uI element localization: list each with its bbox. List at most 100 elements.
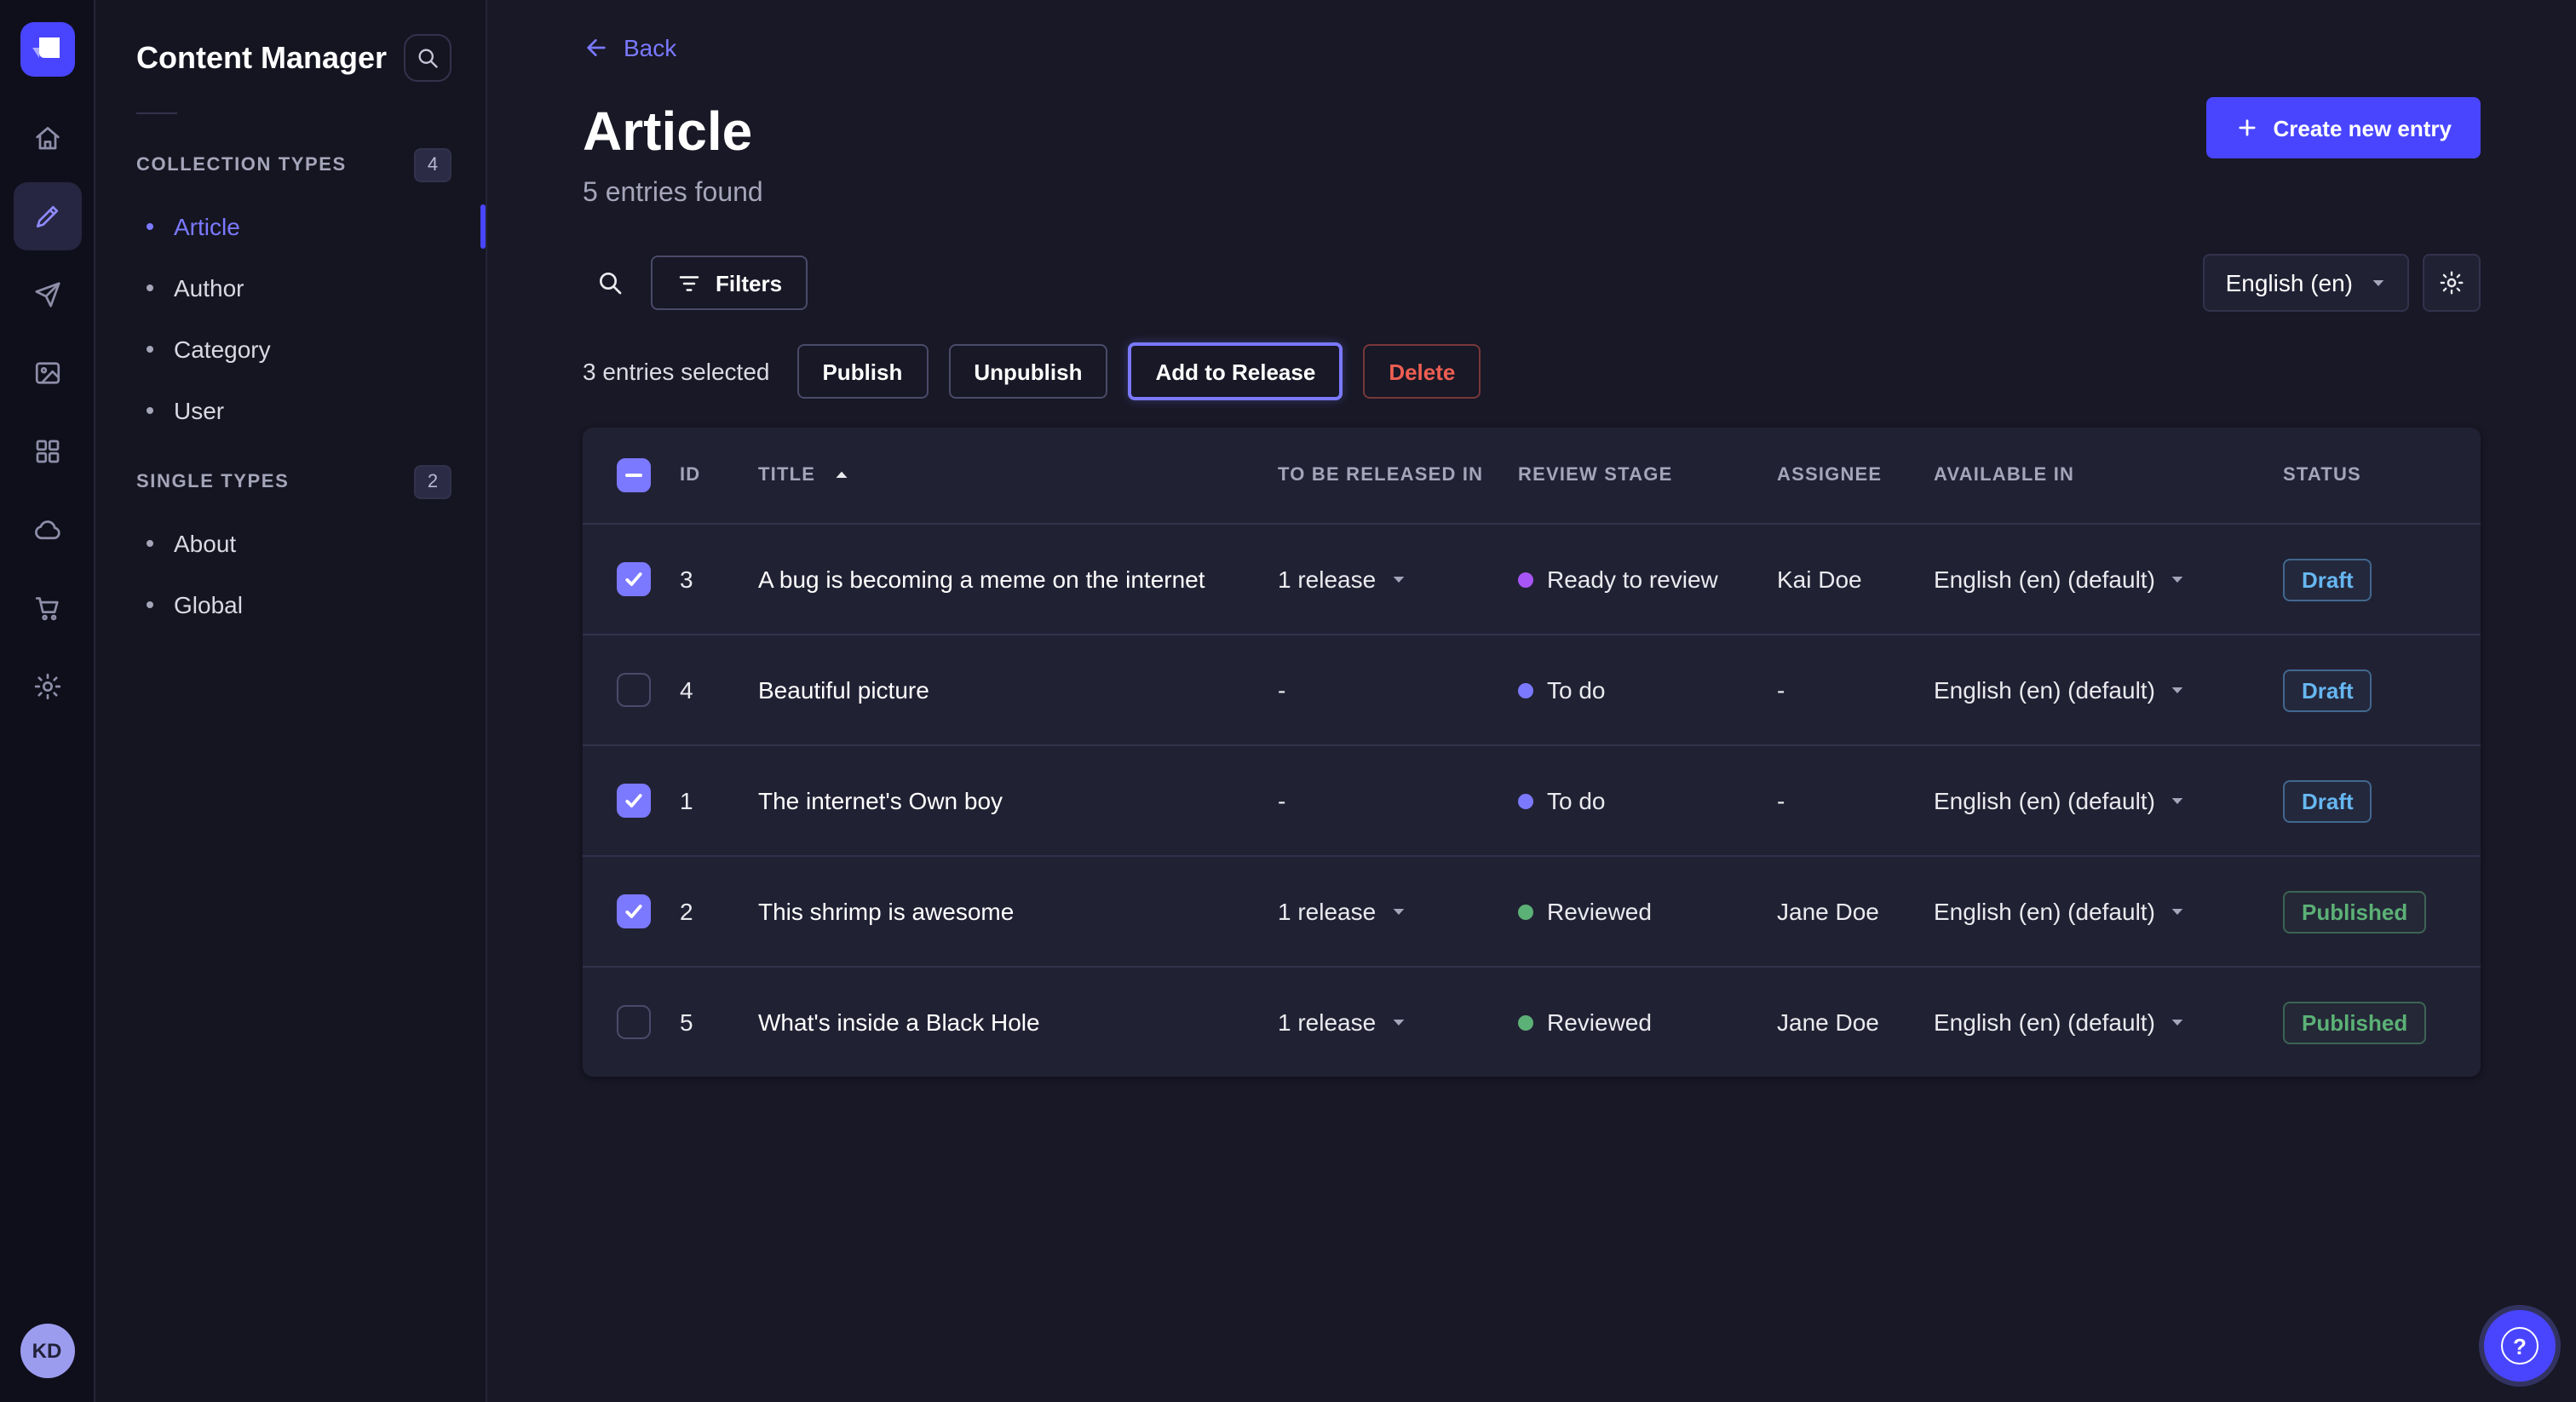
release-dropdown[interactable]: 1 release xyxy=(1278,1008,1406,1036)
row-checkbox[interactable] xyxy=(617,784,651,818)
filters-button[interactable]: Filters xyxy=(651,256,808,310)
delete-button[interactable]: Delete xyxy=(1363,344,1481,399)
cell-review-stage: Reviewed xyxy=(1518,898,1777,925)
selection-count: 3 entries selected xyxy=(583,358,769,385)
sidebar-item-article[interactable]: Article xyxy=(95,196,486,257)
publish-button[interactable]: Publish xyxy=(796,344,928,399)
content-manager-sidebar: Content Manager COLLECTION TYPES 4 Artic… xyxy=(95,0,487,1402)
table-body: 3 A bug is becoming a meme on the intern… xyxy=(583,523,2481,1077)
section-count-badge: 4 xyxy=(414,148,451,182)
settings-icon[interactable] xyxy=(13,652,81,721)
cell-available-in: English (en) (default) xyxy=(1934,787,2283,814)
chevron-down-icon xyxy=(1389,571,1406,588)
page-title: Article xyxy=(583,97,763,165)
cell-title: The internet's Own boy xyxy=(758,787,1278,814)
home-icon[interactable] xyxy=(13,104,81,172)
cell-id: 4 xyxy=(680,676,758,704)
select-all-checkbox[interactable] xyxy=(617,458,651,492)
sidebar-item-user[interactable]: User xyxy=(95,380,486,441)
strapi-logo[interactable] xyxy=(20,22,74,77)
cell-available-in: English (en) (default) xyxy=(1934,566,2283,593)
section-label: COLLECTION TYPES xyxy=(136,155,347,175)
divider xyxy=(136,112,177,114)
table-row[interactable]: 5 What's inside a Black Hole 1 release R… xyxy=(583,966,2481,1077)
view-settings-button[interactable] xyxy=(2423,254,2481,312)
cell-to-be-released-in: 1 release xyxy=(1278,1008,1518,1036)
rail-icon-list xyxy=(13,104,81,721)
locale-dropdown[interactable]: English (en) (default) xyxy=(1934,787,2186,814)
entries-table: ID TITLE TO BE RELEASED IN REVIEW STAGE … xyxy=(583,428,2481,1077)
sidebar-item-about[interactable]: About xyxy=(95,513,486,574)
cell-review-stage: To do xyxy=(1518,676,1777,704)
chevron-down-icon xyxy=(1389,903,1406,920)
section-label: SINGLE TYPES xyxy=(136,472,289,492)
media-library-icon[interactable] xyxy=(13,339,81,407)
sort-ascending-icon xyxy=(832,467,849,484)
unpublish-button[interactable]: Unpublish xyxy=(948,344,1107,399)
cell-id: 2 xyxy=(680,898,758,925)
stage-dot-icon xyxy=(1518,904,1533,919)
row-checkbox[interactable] xyxy=(617,894,651,928)
arrow-left-icon xyxy=(583,34,610,61)
sidebar-item-author[interactable]: Author xyxy=(95,257,486,319)
sidebar-search-button[interactable] xyxy=(404,34,451,82)
content-manager-icon[interactable] xyxy=(13,182,81,250)
marketplace-icon[interactable] xyxy=(13,574,81,642)
cell-title: This shrimp is awesome xyxy=(758,898,1278,925)
release-dropdown[interactable]: 1 release xyxy=(1278,566,1406,593)
add-to-release-button[interactable]: Add to Release xyxy=(1128,342,1343,400)
content-type-builder-icon[interactable] xyxy=(13,417,81,486)
bullet-icon xyxy=(147,223,153,230)
create-new-entry-button[interactable]: Create new entry xyxy=(2206,97,2481,158)
check-icon xyxy=(624,901,644,922)
app-window: KD Content Manager COLLECTION TYPES 4 Ar… xyxy=(0,0,2576,1402)
cell-available-in: English (en) (default) xyxy=(1934,898,2283,925)
status-badge: Draft xyxy=(2283,779,2372,822)
cell-review-stage: To do xyxy=(1518,787,1777,814)
table-row[interactable]: 4 Beautiful picture - To do - English (e… xyxy=(583,634,2481,744)
deploy-cloud-icon[interactable] xyxy=(13,496,81,564)
sidebar-section: COLLECTION TYPES 4 Article Author Catego… xyxy=(95,145,486,441)
release-dropdown[interactable]: 1 release xyxy=(1278,898,1406,925)
locale-dropdown[interactable]: English (en) (default) xyxy=(1934,898,2186,925)
user-avatar[interactable]: KD xyxy=(20,1324,74,1378)
row-checkbox[interactable] xyxy=(617,1005,651,1039)
column-header-release: TO BE RELEASED IN xyxy=(1278,465,1518,486)
cell-status: Draft xyxy=(2283,558,2450,600)
column-header-title[interactable]: TITLE xyxy=(758,465,1278,486)
cell-to-be-released-in: - xyxy=(1278,787,1518,814)
table-row[interactable]: 2 This shrimp is awesome 1 release Revie… xyxy=(583,855,2481,966)
column-header-review-stage: REVIEW STAGE xyxy=(1518,465,1777,486)
cell-available-in: English (en) (default) xyxy=(1934,676,2283,704)
chevron-down-icon xyxy=(2169,792,2186,809)
chevron-down-icon xyxy=(2169,681,2186,698)
locale-dropdown[interactable]: English (en) (default) xyxy=(1934,566,2186,593)
help-button[interactable]: ? xyxy=(2484,1310,2556,1382)
cell-title: Beautiful picture xyxy=(758,676,1278,704)
row-checkbox[interactable] xyxy=(617,562,651,596)
main-content: Back Article 5 entries found Create new … xyxy=(487,0,2576,1402)
cell-id: 1 xyxy=(680,787,758,814)
sidebar-item-global[interactable]: Global xyxy=(95,574,486,635)
row-checkbox[interactable] xyxy=(617,673,651,707)
table-row[interactable]: 3 A bug is becoming a meme on the intern… xyxy=(583,523,2481,634)
status-badge: Published xyxy=(2283,1001,2426,1043)
locale-select[interactable]: English (en) xyxy=(2204,254,2409,312)
cell-status: Draft xyxy=(2283,779,2450,822)
stage-dot-icon xyxy=(1518,793,1533,808)
back-link[interactable]: Back xyxy=(583,34,676,61)
column-header-status: STATUS xyxy=(2283,465,2450,486)
column-header-assignee: ASSIGNEE xyxy=(1777,465,1934,486)
search-button[interactable] xyxy=(583,256,637,310)
releases-icon[interactable] xyxy=(13,261,81,329)
section-count-badge: 2 xyxy=(414,465,451,499)
locale-dropdown[interactable]: English (en) (default) xyxy=(1934,1008,2186,1036)
sidebar-item-category[interactable]: Category xyxy=(95,319,486,380)
table-row[interactable]: 1 The internet's Own boy - To do - Engli… xyxy=(583,744,2481,855)
cell-to-be-released-in: - xyxy=(1278,676,1518,704)
cell-status: Published xyxy=(2283,1001,2450,1043)
table-toolbar: Filters English (en) xyxy=(583,254,2481,312)
locale-dropdown[interactable]: English (en) (default) xyxy=(1934,676,2186,704)
cell-review-stage: Reviewed xyxy=(1518,1008,1777,1036)
chevron-down-icon xyxy=(1389,1014,1406,1031)
